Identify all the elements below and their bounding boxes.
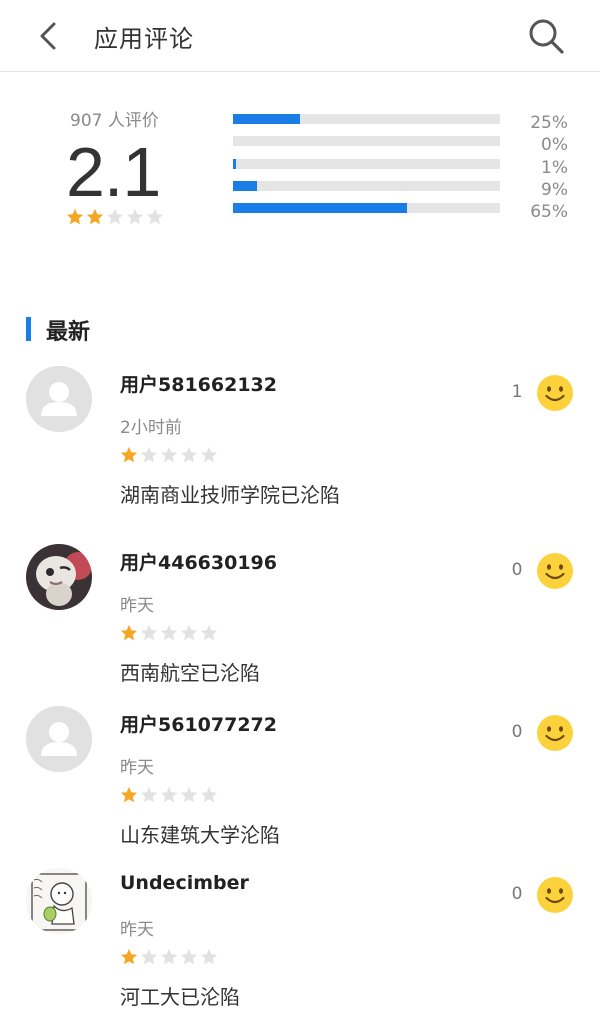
rating-distribution-bars <box>233 114 501 225</box>
rating-distribution-percents: 25% 0% 1% 9% 65% <box>500 112 568 223</box>
like-button[interactable]: 0 <box>504 876 578 916</box>
star-rating-icon <box>120 624 218 641</box>
review-username[interactable]: 用户446630196 <box>120 548 277 575</box>
star-filled-icon <box>120 624 138 641</box>
review-time: 昨天 <box>120 596 154 616</box>
star-empty-icon <box>160 624 178 641</box>
like-count: 0 <box>511 884 523 904</box>
smiley-icon[interactable] <box>536 552 574 590</box>
app-header: 应用评论 <box>0 0 600 72</box>
star-empty-icon <box>200 624 218 641</box>
star-empty-icon <box>180 446 198 463</box>
like-button[interactable]: 0 <box>504 552 578 592</box>
distribution-bar-track <box>233 136 500 147</box>
star-rating-icon <box>120 446 218 463</box>
star-empty-icon <box>200 446 218 463</box>
review-item[interactable]: 用户446630196 昨天西南航空已沦陷 0 <box>0 544 600 704</box>
star-empty-icon <box>180 786 198 803</box>
review-item[interactable]: 用户581662132 2小时前湖南商业技师学院已沦陷 1 <box>0 366 600 526</box>
distribution-percent-label: 0% <box>541 135 568 156</box>
star-empty-icon <box>140 624 158 641</box>
section-accent-bar <box>26 317 31 341</box>
review-username[interactable]: 用户581662132 <box>120 370 277 397</box>
distribution-bar-track <box>233 203 500 214</box>
search-icon <box>529 19 564 54</box>
distribution-bar-fill <box>233 203 407 214</box>
summary-star-rating <box>66 208 176 228</box>
star-empty-icon <box>160 786 178 803</box>
star-rating-icon <box>66 208 164 225</box>
like-count: 0 <box>511 560 523 580</box>
distribution-bar-track <box>233 180 500 191</box>
review-username[interactable]: 用户561077272 <box>120 710 277 737</box>
rating-summary: 907 人评价 2.1 25% 0% 1% 9% 65% <box>0 90 600 250</box>
page-title: 应用评论 <box>94 25 194 53</box>
star-empty-icon <box>200 948 218 965</box>
review-star-rating <box>120 948 220 968</box>
default-avatar-icon <box>26 366 92 432</box>
star-filled-icon <box>120 446 138 463</box>
star-empty-icon <box>180 624 198 641</box>
star-empty-icon <box>126 208 144 225</box>
star-empty-icon <box>140 948 158 965</box>
default-avatar-icon <box>26 706 92 772</box>
distribution-bar-track <box>233 114 500 124</box>
review-content: 山东建筑大学沦陷 <box>120 823 280 847</box>
distribution-percent-label: 1% <box>541 157 568 178</box>
star-filled-icon <box>120 786 138 803</box>
review-content: 湖南商业技师学院已沦陷 <box>120 483 340 507</box>
review-item[interactable]: 用户561077272 昨天山东建筑大学沦陷 0 <box>0 706 600 866</box>
star-rating-icon <box>120 786 218 803</box>
distribution-percent-label: 65% <box>530 202 568 223</box>
smiley-icon[interactable] <box>536 714 574 752</box>
sketch-avatar-icon <box>26 868 92 934</box>
distribution-bar-fill <box>233 180 257 191</box>
review-time: 昨天 <box>120 920 154 940</box>
section-title: 最新 <box>46 320 91 345</box>
star-empty-icon <box>106 208 124 225</box>
distribution-bar-fill <box>233 158 236 169</box>
star-empty-icon <box>180 948 198 965</box>
like-button[interactable]: 0 <box>504 714 578 754</box>
user-avatar[interactable] <box>26 868 92 934</box>
smiley-icon[interactable] <box>536 876 574 914</box>
star-rating-icon <box>120 948 218 965</box>
user-avatar[interactable] <box>26 366 92 432</box>
smiley-icon[interactable] <box>536 374 574 412</box>
review-username[interactable]: Undecimber <box>120 872 249 894</box>
distribution-percent-label: 25% <box>530 113 568 133</box>
user-avatar[interactable] <box>26 706 92 772</box>
like-button[interactable]: 1 <box>504 374 578 414</box>
review-star-rating <box>120 786 220 806</box>
review-star-rating <box>120 446 220 466</box>
star-empty-icon <box>146 208 164 225</box>
search-button[interactable] <box>524 14 568 58</box>
star-empty-icon <box>140 446 158 463</box>
distribution-bar-track <box>233 158 500 169</box>
chevron-left-icon <box>40 22 56 50</box>
distribution-bar-fill <box>233 114 300 124</box>
rating-count: 907 人评价 <box>70 111 159 131</box>
like-count: 0 <box>511 722 523 742</box>
photo-avatar-icon <box>26 544 92 610</box>
review-content: 西南航空已沦陷 <box>120 661 260 685</box>
review-time: 2小时前 <box>120 418 182 438</box>
distribution-percent-label: 9% <box>541 179 568 200</box>
review-item[interactable]: Undecimber 昨天河工大已沦陷 0 <box>0 868 600 1018</box>
star-empty-icon <box>160 948 178 965</box>
back-button[interactable] <box>28 16 68 56</box>
review-content: 河工大已沦陷 <box>120 985 240 1009</box>
star-empty-icon <box>160 446 178 463</box>
star-filled-icon <box>66 208 84 225</box>
star-empty-icon <box>200 786 218 803</box>
star-filled-icon <box>86 208 104 225</box>
review-star-rating <box>120 624 220 644</box>
review-time: 昨天 <box>120 758 154 778</box>
star-empty-icon <box>140 786 158 803</box>
rating-score: 2.1 <box>66 133 161 211</box>
like-count: 1 <box>511 382 523 402</box>
user-avatar[interactable] <box>26 544 92 610</box>
star-filled-icon <box>120 948 138 965</box>
